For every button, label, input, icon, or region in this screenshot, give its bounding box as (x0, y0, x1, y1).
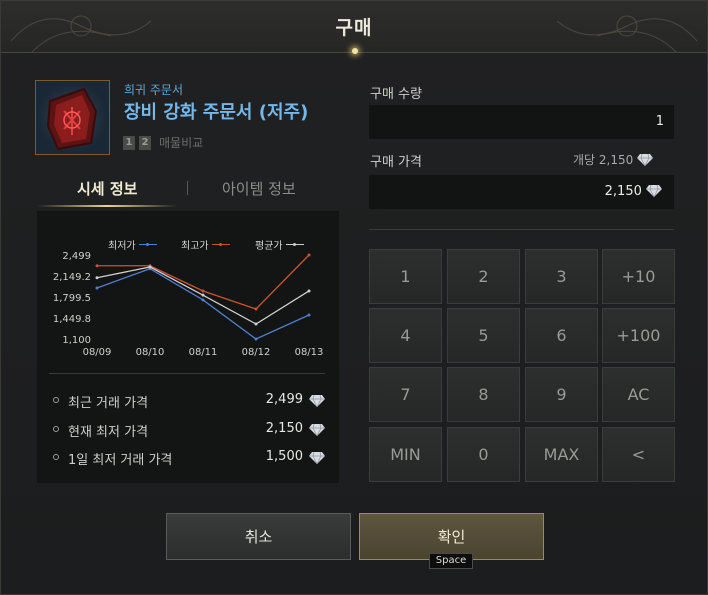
price-history-chart: 2,499 2,149.2 1,799.5 1,449.8 1,10008/09 08/1… (53, 251, 324, 358)
y-tick-label: 1,449.8 (53, 314, 91, 325)
data-point (201, 293, 205, 297)
diamond-icon (309, 451, 325, 464)
tab-market-info[interactable]: 시세 정보 (77, 178, 137, 199)
key-1[interactable]: 1 (369, 249, 442, 304)
active-tab-underline (37, 205, 177, 207)
y-tick-label: 1,100 (62, 335, 91, 346)
stat-current-lowest: 현재 최저 가격 2,150 (53, 421, 325, 440)
title-glow-dot (352, 48, 358, 54)
tab-separator (187, 181, 188, 195)
key-7[interactable]: 7 (369, 367, 442, 422)
key-max[interactable]: MAX (525, 427, 598, 482)
key-5[interactable]: 5 (447, 308, 520, 363)
dialog-title: 구매 (335, 17, 373, 39)
key-9[interactable]: 9 (525, 367, 598, 422)
x-tick-label: 08/13 (295, 347, 324, 358)
data-point (307, 253, 311, 257)
key-plus-10[interactable]: +10 (602, 249, 675, 304)
data-point (95, 276, 99, 280)
key-3[interactable]: 3 (525, 249, 598, 304)
key-4[interactable]: 4 (369, 308, 442, 363)
quantity-input[interactable]: 1 (369, 105, 674, 139)
stat-value: 2,499 (265, 392, 303, 407)
total-price-field: 2,150 (369, 175, 674, 209)
stat-label: 현재 최저 가격 (68, 425, 149, 440)
compare-key-1[interactable]: 1 (123, 135, 135, 150)
compare-key-2[interactable]: 2 (139, 135, 151, 150)
y-tick-label: 1,799.5 (53, 293, 91, 304)
tab-item-info[interactable]: 아이템 정보 (222, 178, 296, 199)
x-tick-label: 08/12 (242, 347, 271, 358)
diamond-icon (309, 423, 325, 436)
stat-value: 1,500 (265, 449, 303, 464)
series-line (96, 268, 310, 340)
confirm-shortcut-hint: Space (429, 553, 473, 569)
y-tick-label: 2,149.2 (53, 272, 91, 283)
key-backspace[interactable]: < (602, 427, 675, 482)
diamond-icon (637, 153, 654, 166)
data-point (307, 313, 311, 317)
bullet-icon (53, 397, 59, 403)
stat-value: 2,150 (265, 421, 303, 436)
y-tick-label: 2,499 (62, 251, 91, 262)
x-tick-label: 08/11 (189, 347, 218, 358)
key-clear[interactable]: AC (602, 367, 675, 422)
stat-label: 1일 최저 거래 가격 (68, 453, 173, 468)
purchase-dialog: 구매 희귀 주문서 장비 강화 주문서 (저주) 1 2 매물비교 시세 정보 … (0, 0, 708, 595)
data-point (95, 286, 99, 290)
key-0[interactable]: 0 (447, 427, 520, 482)
x-tick-label: 08/09 (83, 347, 112, 358)
quantity-label: 구매 수량 (370, 87, 422, 102)
key-min[interactable]: MIN (369, 427, 442, 482)
stat-daily-lowest: 1일 최저 거래 가격 1,500 (53, 449, 325, 468)
cursed-scroll-icon[interactable] (35, 80, 110, 155)
bullet-icon (53, 426, 59, 432)
data-point (201, 289, 205, 293)
data-point (148, 265, 152, 269)
unit-price-text: 개당 2,150 (573, 153, 634, 167)
stat-label: 최근 거래 가격 (68, 396, 149, 411)
item-grade: 희귀 주문서 (124, 83, 184, 97)
key-plus-100[interactable]: +100 (602, 308, 675, 363)
item-name: 장비 강화 주문서 (저주) (124, 102, 309, 123)
key-8[interactable]: 8 (447, 367, 520, 422)
unit-price: 개당 2,150 (573, 151, 654, 168)
stats-divider (49, 373, 325, 374)
key-2[interactable]: 2 (447, 249, 520, 304)
data-point (254, 337, 258, 341)
cancel-button[interactable]: 취소 (166, 513, 351, 560)
data-point (201, 298, 205, 302)
key-6[interactable]: 6 (525, 308, 598, 363)
data-point (307, 289, 311, 293)
keypad-divider (369, 229, 674, 230)
x-tick-label: 08/10 (136, 347, 165, 358)
compare-listings[interactable]: 1 2 매물비교 (123, 134, 203, 151)
total-price: 2,150 (604, 184, 642, 199)
title-bar: 구매 (1, 1, 707, 53)
data-point (95, 264, 99, 268)
compare-label: 매물비교 (159, 136, 204, 150)
diamond-icon (309, 394, 325, 407)
diamond-icon (646, 184, 662, 197)
data-point (254, 322, 258, 326)
stat-recent-price: 최근 거래 가격 2,499 (53, 392, 325, 411)
data-point (254, 307, 258, 311)
bullet-icon (53, 454, 59, 460)
price-label: 구매 가격 (370, 155, 422, 170)
